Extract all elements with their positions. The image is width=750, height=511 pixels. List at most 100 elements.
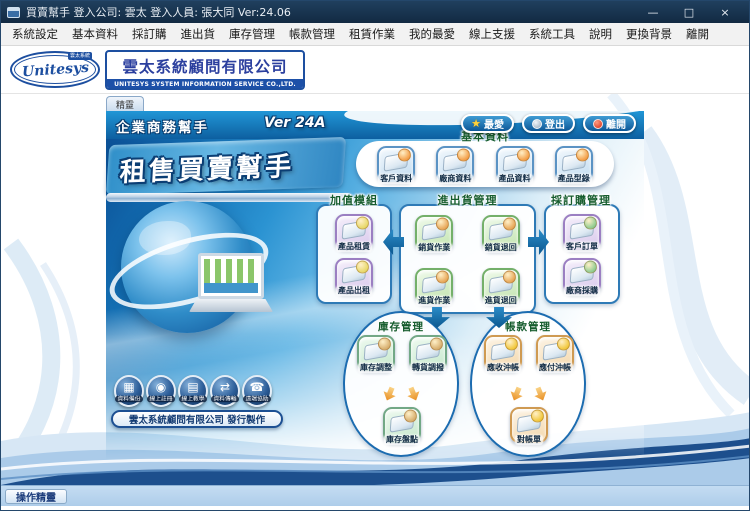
group-stock: 庫存管理 庫存調整 轉貨調撥 庫存盤點 [343,311,459,457]
orange-arrow-icon [508,385,525,403]
box-icon [489,276,513,291]
app-window: 買賣幫手 登入公司: 雲太 登入人員: 張大同 Ver:24.06 — □ × … [0,0,750,511]
menu-help[interactable]: 說明 [582,26,619,42]
button-label: 廠商採購 [564,286,600,296]
box-icon [422,276,446,291]
product-catalog-button[interactable]: 產品型錄 [555,146,593,182]
sales-button[interactable]: 銷貨作業 [415,215,453,251]
vendor-data-button[interactable]: 廠商資料 [436,146,474,182]
box-icon [390,416,414,431]
maximize-button[interactable]: □ [671,1,707,23]
box-icon [491,344,515,359]
box-icon [416,344,440,359]
quick-label: 資料傳輸 [211,396,239,403]
menu-accounts[interactable]: 帳款管理 [282,26,342,42]
laptop-illustration [198,253,273,312]
inventory-adjust-button[interactable]: 庫存調整 [357,335,395,371]
ap-writeoff-button[interactable]: 應付沖帳 [536,335,574,371]
menu-favorites[interactable]: 我的最愛 [402,26,462,42]
menu-rental-ops[interactable]: 租賃作業 [342,26,402,42]
quick-label: 遠端協助 [243,396,271,403]
box-icon [570,223,594,238]
exit-label: 離開 [606,116,626,131]
button-label: 客戶資料 [378,174,414,184]
laptop-screen [198,253,264,299]
logout-label: 登出 [545,116,565,131]
box-icon [384,155,408,170]
button-label: 產品出租 [336,286,372,296]
hero-title: 租售買賣幫手 [119,146,295,189]
button-label: 銷貨作業 [416,243,452,253]
transfer-arrows-icon: ⇄ [212,379,238,395]
stocktake-button[interactable]: 庫存盤點 [383,407,421,443]
button-label: 產品資料 [497,174,533,184]
box-icon [489,223,513,238]
box-icon [443,155,467,170]
box-icon [342,267,366,282]
orange-arrow-icon [532,385,549,403]
statusbar: 操作精靈 [1,485,749,506]
button-label: 產品型錄 [556,174,592,184]
menu-inventory[interactable]: 庫存管理 [222,26,282,42]
statement-button[interactable]: 對帳單 [510,407,548,443]
product-rental-button[interactable]: 產品租賃 [335,214,373,250]
backup-button[interactable]: ▦ 資料備份 [114,375,144,407]
box-icon [517,416,541,431]
logo-band: Unitesys 雲太系統 雲太系統顧問有限公司 UNITESYS SYSTEM… [1,46,749,94]
quick-label: 資料備份 [115,396,143,403]
close-button[interactable]: × [707,1,743,23]
online-register-button[interactable]: ◉ 線上註冊 [146,375,176,407]
orange-arrow-icon [405,385,422,403]
product-data-button[interactable]: 產品資料 [496,146,534,182]
button-label: 應付沖帳 [537,363,573,373]
button-label: 客戶訂單 [564,242,600,252]
button-label: 對帳單 [515,435,543,445]
ar-writeoff-button[interactable]: 應收沖帳 [484,335,522,371]
minimize-button[interactable]: — [635,1,671,23]
button-label: 進貨退回 [483,296,519,306]
box-icon [570,267,594,282]
menu-in-out-goods[interactable]: 進出貨 [174,26,223,42]
box-icon [543,344,567,359]
menu-system-settings[interactable]: 系統設定 [5,26,65,42]
favorites-button[interactable]: ★ 最愛 [461,114,514,133]
phone-icon: ☎ [244,379,270,395]
quick-label: 線上教學 [179,396,207,403]
menu-system-tools[interactable]: 系統工具 [522,26,582,42]
exit-icon [593,119,603,129]
logo-script-text: Unitesys [21,59,89,80]
sales-return-button[interactable]: 銷貨退回 [482,215,520,251]
window-title: 買賣幫手 登入公司: 雲太 登入人員: 張大同 Ver:24.06 [26,4,291,20]
product-lease-button[interactable]: 產品出租 [335,258,373,294]
menu-exit[interactable]: 離開 [679,26,716,42]
menu-procurement[interactable]: 採訂購 [125,26,174,42]
menu-online-support[interactable]: 線上支援 [462,26,522,42]
purchase-return-button[interactable]: 進貨退回 [482,268,520,304]
exit-button[interactable]: 離開 [583,114,636,133]
group-order: 客戶訂單 廠商採購 [544,204,620,304]
backup-icon: ▦ [116,379,142,395]
group-account: 帳款管理 應收沖帳 應付沖帳 對帳單 [470,311,586,457]
group-basic: 客戶資料 廠商資料 產品資料 產品型錄 [356,141,614,187]
remote-assist-button[interactable]: ☎ 遠端協助 [242,375,272,407]
goods-transfer-button[interactable]: 轉貨調撥 [409,335,447,371]
customer-data-button[interactable]: 客戶資料 [377,146,415,182]
publisher-badge: 雲太系統顧問有限公司 發行製作 [111,410,283,428]
button-label: 庫存盤點 [384,435,420,445]
button-label: 銷貨退回 [483,243,519,253]
vendor-procurement-button[interactable]: 廠商採購 [563,258,601,294]
button-label: 應收沖帳 [485,363,521,373]
group-title-account: 帳款管理 [472,319,584,334]
quick-label: 線上註冊 [147,396,175,403]
online-tutorial-button[interactable]: ▤ 線上教學 [178,375,208,407]
data-transfer-button[interactable]: ⇄ 資料傳輸 [210,375,240,407]
action-buttons: ★ 最愛 登出 離開 [461,114,636,133]
menu-basic-data[interactable]: 基本資料 [65,26,125,42]
box-icon [364,344,388,359]
logout-button[interactable]: 登出 [522,114,575,133]
menu-change-background[interactable]: 更換背景 [619,26,679,42]
purchase-button[interactable]: 進貨作業 [415,268,453,304]
panel-header-version: Ver 24A [264,115,325,131]
tab-wizard[interactable]: 精靈 [106,96,144,111]
customer-order-button[interactable]: 客戶訂單 [563,214,601,250]
